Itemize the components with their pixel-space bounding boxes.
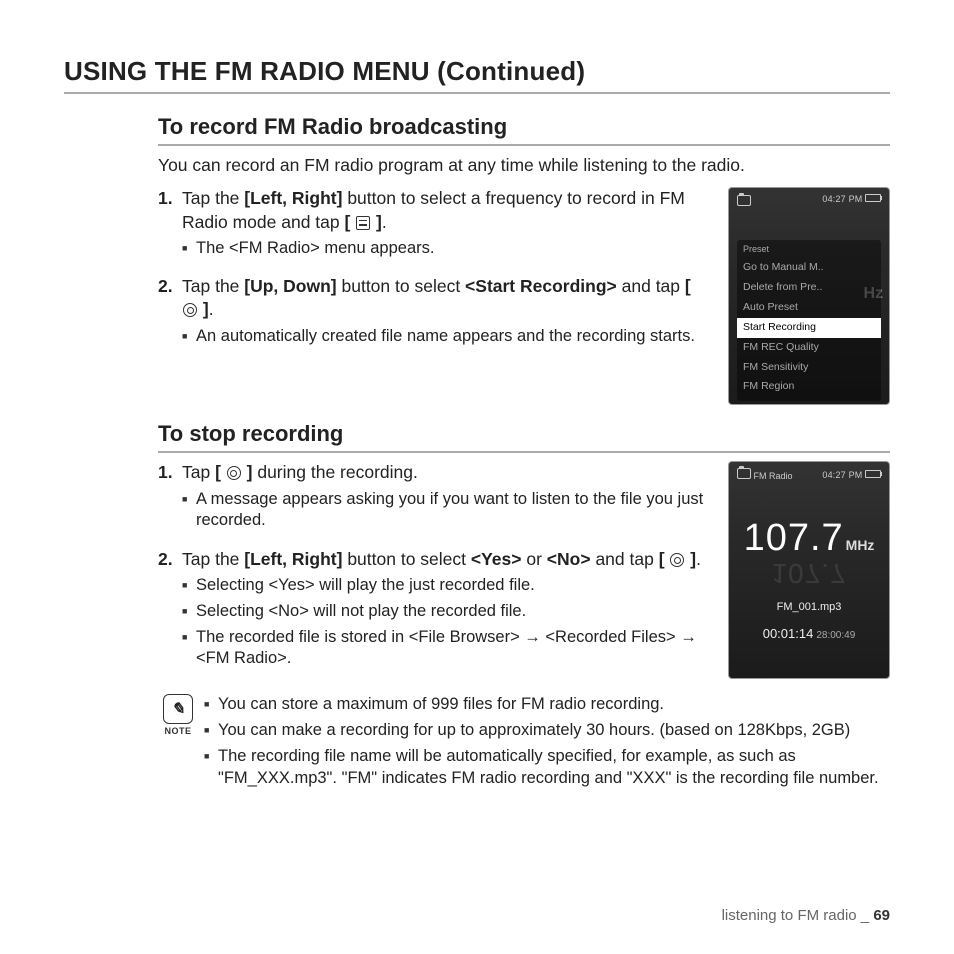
frequency-value: 107.7 [744, 517, 844, 559]
select-icon [670, 553, 684, 567]
page-footer: listening to FM radio _ 69 [722, 906, 890, 926]
section-stop: To stop recording 1. Tap [ ] during the … [158, 419, 890, 793]
menu-item-selected: Start Recording [737, 318, 881, 338]
device-screenshot-menu: 04:27 PM Hz Preset Go to Manual M.. Dele… [728, 187, 890, 405]
battery-icon [865, 470, 881, 478]
remaining-time: 28:00:49 [816, 630, 855, 641]
section-title: To record FM Radio broadcasting [158, 112, 890, 146]
step-2: 2. Tap the [Left, Right] button to selec… [158, 548, 710, 680]
section-title: To stop recording [158, 419, 890, 453]
step-1: 1. Tap [ ] during the recording. ■A mess… [158, 461, 710, 542]
step-1: 1. Tap the [Left, Right] button to selec… [158, 187, 710, 269]
radio-icon [737, 195, 751, 206]
preset-menu: Preset Go to Manual M.. Delete from Pre.… [737, 240, 881, 401]
elapsed-time: 00:01:14 [763, 626, 814, 641]
manual-page: USING THE FM RADIO MENU (Continued) To r… [0, 0, 954, 954]
note-icon: ✎ [163, 694, 193, 724]
section-intro: You can record an FM radio program at an… [158, 154, 890, 177]
menu-icon [356, 216, 370, 230]
section-record: To record FM Radio broadcasting You can … [158, 112, 890, 405]
select-icon [227, 466, 241, 480]
battery-icon [865, 194, 881, 202]
select-icon [183, 303, 197, 317]
note-block: ✎ NOTE ■You can store a maximum of 999 f… [158, 694, 890, 793]
recorded-filename: FM_001.mp3 [737, 600, 881, 615]
step-2: 2. Tap the [Up, Down] button to select <… [158, 275, 710, 357]
device-screenshot-recording: FM Radio 04:27 PM 107.7MHz 107.7 FM_001.… [728, 461, 890, 679]
radio-icon [737, 468, 751, 479]
page-title: USING THE FM RADIO MENU (Continued) [64, 54, 890, 94]
